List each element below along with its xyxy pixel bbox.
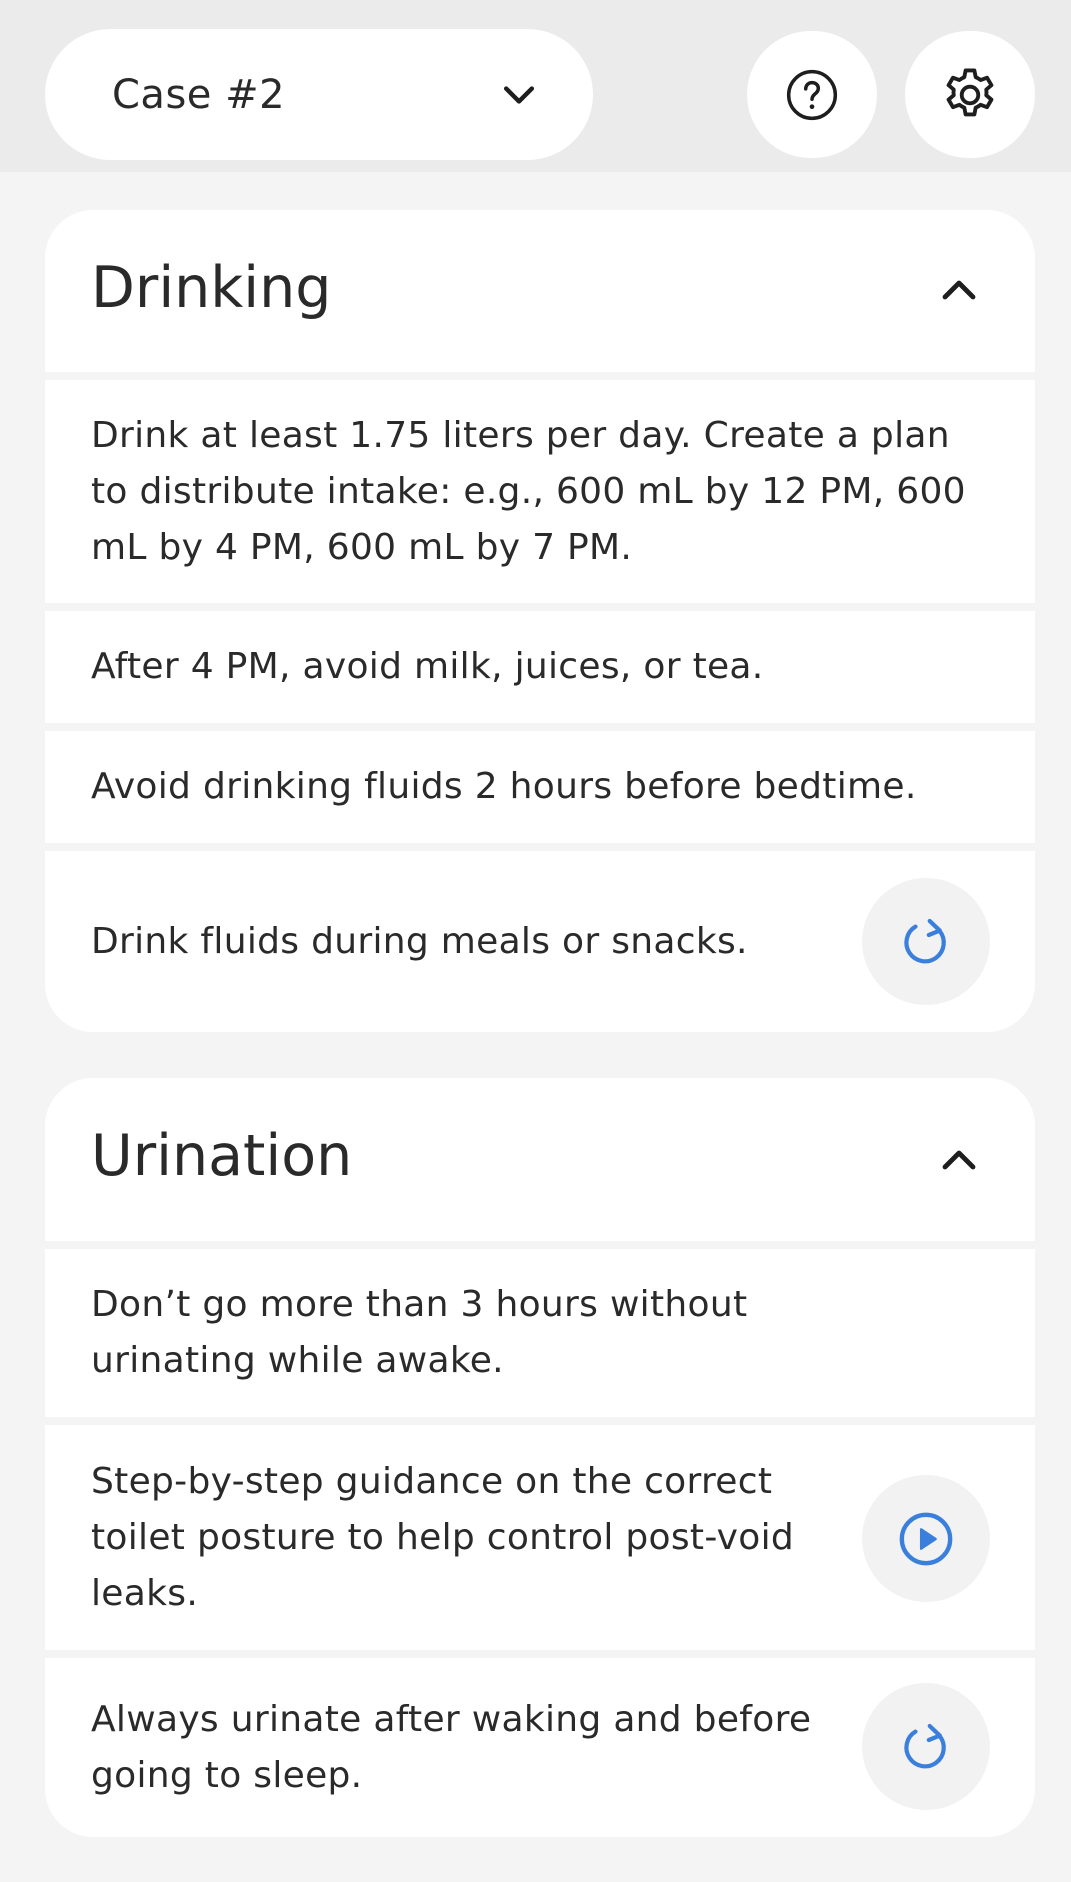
drinking-section-header[interactable]: Drinking <box>45 210 1035 372</box>
list-item: Avoid drinking fluids 2 hours before bed… <box>45 731 1035 843</box>
section-title: Urination <box>91 1123 353 1189</box>
chevron-down-icon <box>503 86 535 104</box>
list-item: Drink at least 1.75 liters per day. Crea… <box>45 380 1035 603</box>
drinking-section: Drinking Drink at least 1.75 liters per … <box>45 210 1035 1032</box>
settings-button[interactable] <box>905 31 1035 158</box>
refresh-button[interactable] <box>862 1683 990 1810</box>
help-button[interactable] <box>747 31 877 158</box>
help-circle-icon <box>786 69 838 120</box>
play-circle-icon <box>899 1512 953 1565</box>
list-item: Step-by-step guidance on the correct toi… <box>45 1425 1035 1650</box>
refresh-icon <box>904 1723 946 1768</box>
refresh-icon <box>904 918 946 963</box>
top-bar: Case #2 <box>0 0 1071 172</box>
urination-section-header[interactable]: Urination <box>45 1078 1035 1241</box>
play-video-button[interactable] <box>862 1475 990 1602</box>
refresh-button[interactable] <box>862 878 990 1005</box>
case-selector-dropdown[interactable]: Case #2 <box>45 29 593 160</box>
gear-icon <box>946 68 994 116</box>
list-item: Always urinate after waking and before g… <box>45 1658 1035 1837</box>
list-item: Drink fluids during meals or snacks. <box>45 851 1035 1032</box>
case-selector-label: Case #2 <box>112 71 286 118</box>
urination-section: Urination Don’t go more than 3 hours wit… <box>45 1078 1035 1837</box>
list-item: After 4 PM, avoid milk, juices, or tea. <box>45 611 1035 723</box>
chevron-up-icon <box>942 280 976 300</box>
chevron-up-icon <box>942 1150 976 1170</box>
section-title: Drinking <box>91 255 332 321</box>
list-item: Don’t go more than 3 hours without urina… <box>45 1249 1035 1417</box>
